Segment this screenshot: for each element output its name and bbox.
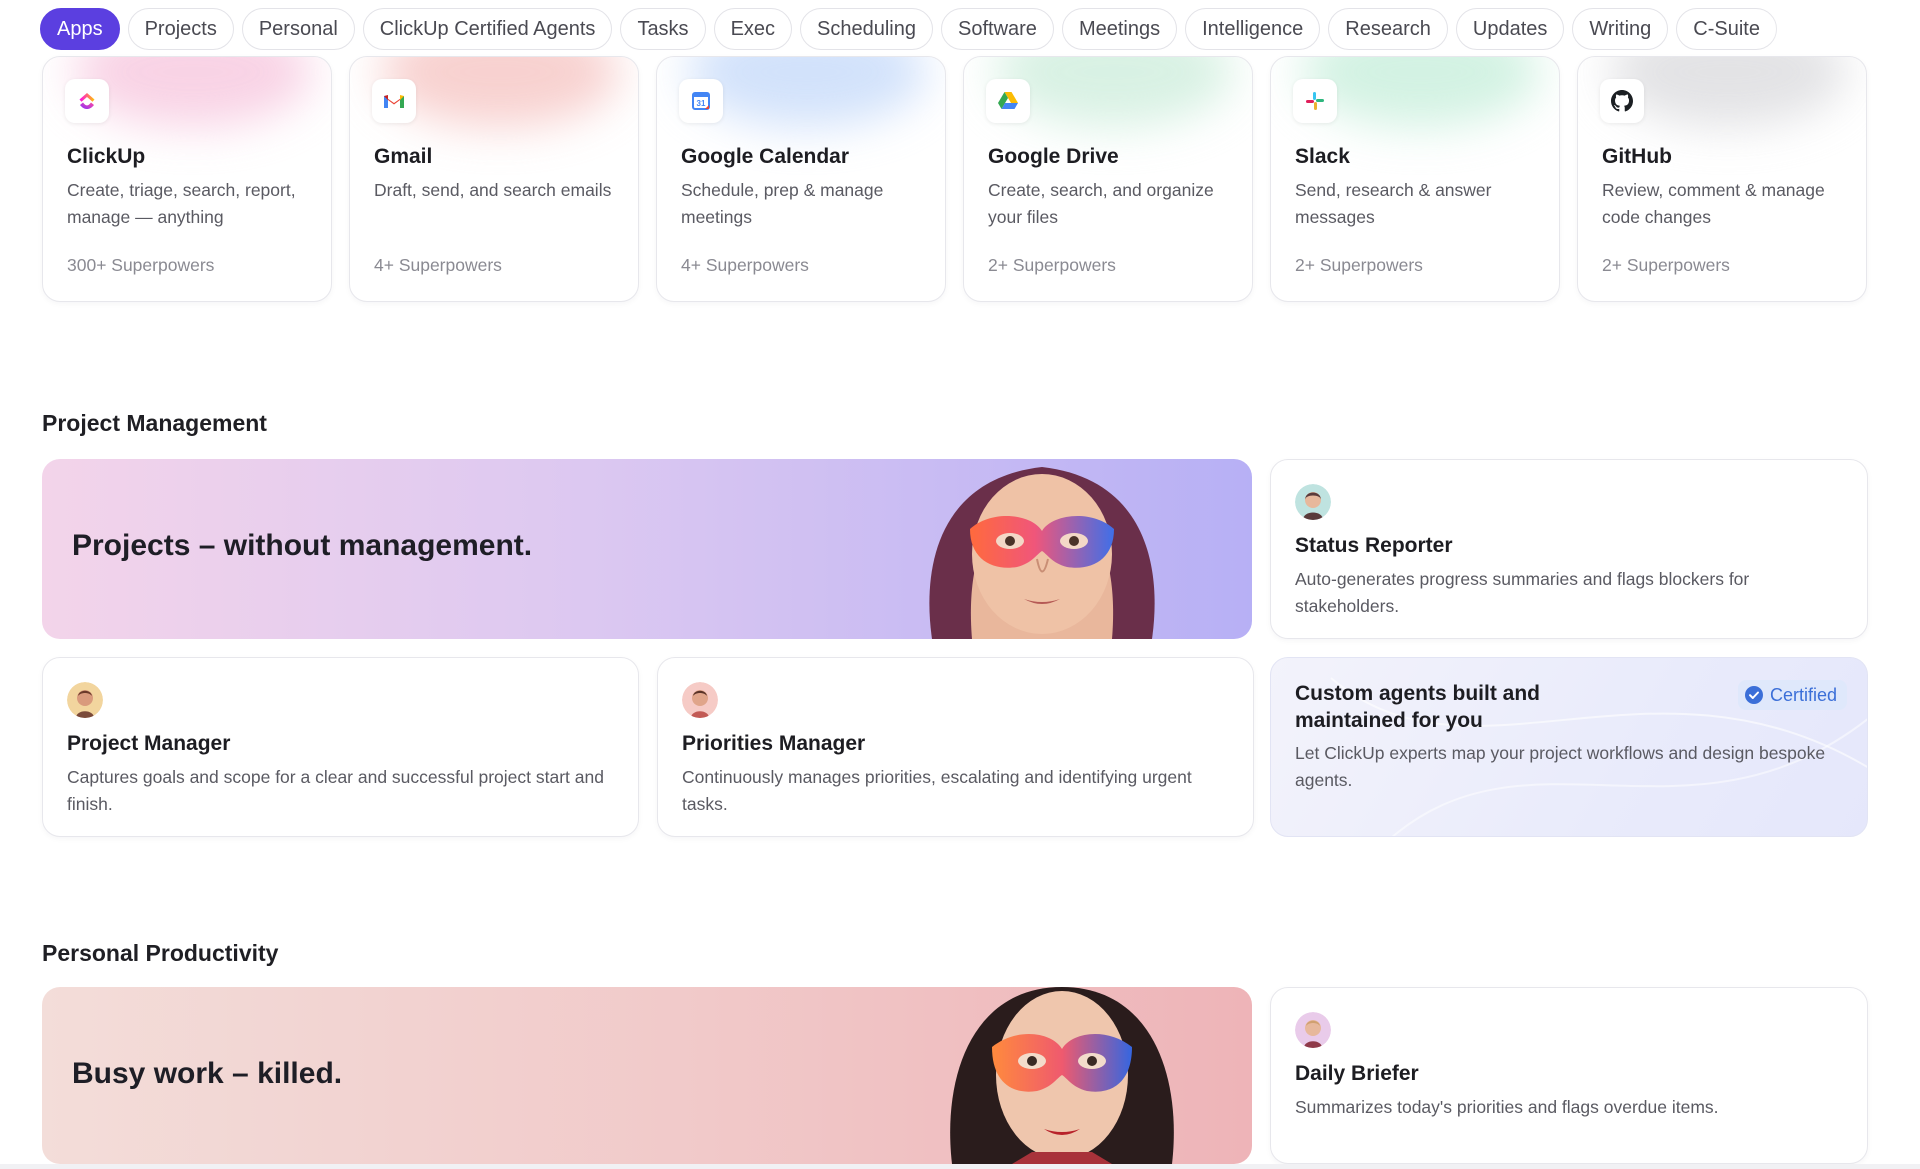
superpowers-count: 2+ Superpowers xyxy=(1602,255,1730,275)
app-card-slack[interactable]: Slack Send, research & answer messages 2+ … xyxy=(1270,56,1560,302)
filter-pill-apps[interactable]: Apps xyxy=(40,8,120,50)
agent-card-project-manager[interactable]: Project Manager Captures goals and scope… xyxy=(42,657,639,837)
agent-card-priorities-manager[interactable]: Priorities Manager Continuously manages … xyxy=(657,657,1254,837)
clickup-logo-icon xyxy=(65,79,109,123)
filter-pill-c-suite[interactable]: C-Suite xyxy=(1676,8,1777,50)
filter-pill-clickup-certified-agents[interactable]: ClickUp Certified Agents xyxy=(362,8,613,50)
card-glow xyxy=(73,57,313,127)
app-card-clickup[interactable]: ClickUp Create, triage, search, report, m… xyxy=(42,56,332,302)
app-card-gmail[interactable]: Gmail Draft, send, and search emails 4+ Su… xyxy=(349,56,639,302)
slack-logo-icon xyxy=(1293,79,1337,123)
app-card-google-drive[interactable]: Google Drive Create, search, and organize… xyxy=(963,56,1253,302)
daily-briefer-avatar xyxy=(1295,1012,1331,1048)
agent-name: Project Manager xyxy=(67,732,231,755)
agent-description: Auto-generates progress summaries and fl… xyxy=(1295,569,1750,616)
gmail-logo-icon xyxy=(372,79,416,123)
card-glow xyxy=(994,57,1234,127)
filter-pill-meetings[interactable]: Meetings xyxy=(1061,8,1178,50)
google-drive-logo-icon xyxy=(986,79,1030,123)
filter-pill-intelligence[interactable]: Intelligence xyxy=(1185,8,1321,50)
google-calendar-logo-icon: 31 xyxy=(679,79,723,123)
app-description: Draft, send, and search emails xyxy=(374,180,612,200)
custom-agents-description: Let ClickUp experts map your project wor… xyxy=(1295,743,1826,790)
app-name: Gmail xyxy=(374,145,433,168)
card-glow xyxy=(687,57,927,127)
agent-name: Daily Briefer xyxy=(1295,1062,1419,1085)
superpowers-count: 4+ Superpowers xyxy=(681,255,809,275)
filter-pill-personal[interactable]: Personal xyxy=(241,8,355,50)
app-card-github[interactable]: GitHub Review, comment & manage code chan… xyxy=(1577,56,1867,302)
card-glow xyxy=(1301,57,1541,127)
app-name: GitHub xyxy=(1602,145,1672,168)
app-description: Send, research & answer messages xyxy=(1295,180,1492,227)
filter-pill-research[interactable]: Research xyxy=(1328,8,1448,50)
agent-name: Priorities Manager xyxy=(682,732,866,755)
status-reporter-avatar xyxy=(1295,484,1331,520)
verified-check-icon xyxy=(1744,686,1763,704)
agent-description: Summarizes today's priorities and flags … xyxy=(1295,1097,1719,1117)
app-cards-row: ClickUp Create, triage, search, report, m… xyxy=(42,56,1867,302)
filter-pill-projects[interactable]: Projects xyxy=(127,8,234,50)
page-bottom-edge xyxy=(0,1164,1920,1169)
app-description: Schedule, prep & manage meetings xyxy=(681,180,884,227)
agent-name: Status Reporter xyxy=(1295,534,1453,557)
custom-agents-title: Custom agents built and maintained for y… xyxy=(1295,682,1541,732)
superpowers-count: 300+ Superpowers xyxy=(67,255,215,275)
section-title-project-management: Project Management xyxy=(42,410,267,436)
filter-pill-software[interactable]: Software xyxy=(941,8,1054,50)
github-logo-icon xyxy=(1600,79,1644,123)
superpowers-count: 2+ Superpowers xyxy=(988,255,1116,275)
app-description: Create, triage, search, report, manage —… xyxy=(67,180,296,227)
masked-woman-illustration xyxy=(929,467,1155,639)
filter-pill-scheduling[interactable]: Scheduling xyxy=(800,8,933,50)
agent-card-daily-briefer[interactable]: Daily Briefer Summarizes today's priorit… xyxy=(1270,987,1868,1164)
agent-card-status-reporter[interactable]: Status Reporter Auto-generates progress … xyxy=(1270,459,1868,639)
hero-headline: Busy work – killed. xyxy=(72,1057,343,1090)
card-glow xyxy=(380,57,620,127)
app-name: Google Calendar xyxy=(681,145,850,168)
category-filter-bar: Apps Projects Personal ClickUp Certified Ag… xyxy=(40,8,1870,52)
filter-pill-updates[interactable]: Updates xyxy=(1455,8,1565,50)
app-name: Slack xyxy=(1295,145,1350,168)
hero-banner-personal-productivity[interactable]: Busy work – killed. xyxy=(42,987,1252,1164)
superpowers-count: 4+ Superpowers xyxy=(374,255,502,275)
filter-pill-tasks[interactable]: Tasks xyxy=(620,8,706,50)
masked-woman-illustration xyxy=(950,987,1174,1164)
agent-description: Captures goals and scope for a clear and… xyxy=(67,767,604,814)
certified-badge: Certified xyxy=(1737,680,1847,710)
filter-pill-writing[interactable]: Writing xyxy=(1572,8,1669,50)
app-name: Google Drive xyxy=(988,145,1119,168)
filter-pill-exec[interactable]: Exec xyxy=(713,8,793,50)
app-name: ClickUp xyxy=(67,145,146,168)
hero-banner-project-management[interactable]: Projects – without management. xyxy=(42,459,1252,639)
svg-text:31: 31 xyxy=(697,99,706,108)
app-card-google-calendar[interactable]: 31 Google Calendar Schedule, prep & manage… xyxy=(656,56,946,302)
agent-description: Continuously manages priorities, escalat… xyxy=(682,767,1192,814)
project-manager-avatar xyxy=(67,682,103,718)
hero-headline: Projects – without management. xyxy=(72,529,533,562)
badge-label: Certified xyxy=(1769,684,1837,705)
app-description: Create, search, and organize your files xyxy=(988,180,1214,227)
superpowers-count: 2+ Superpowers xyxy=(1295,255,1423,275)
priorities-manager-avatar xyxy=(682,682,718,718)
card-glow xyxy=(1608,57,1848,127)
app-description: Review, comment & manage code changes xyxy=(1602,180,1825,227)
custom-agents-card[interactable]: Custom agents built and maintained for y… xyxy=(1270,657,1868,837)
section-title-personal-productivity: Personal Productivity xyxy=(42,940,279,966)
